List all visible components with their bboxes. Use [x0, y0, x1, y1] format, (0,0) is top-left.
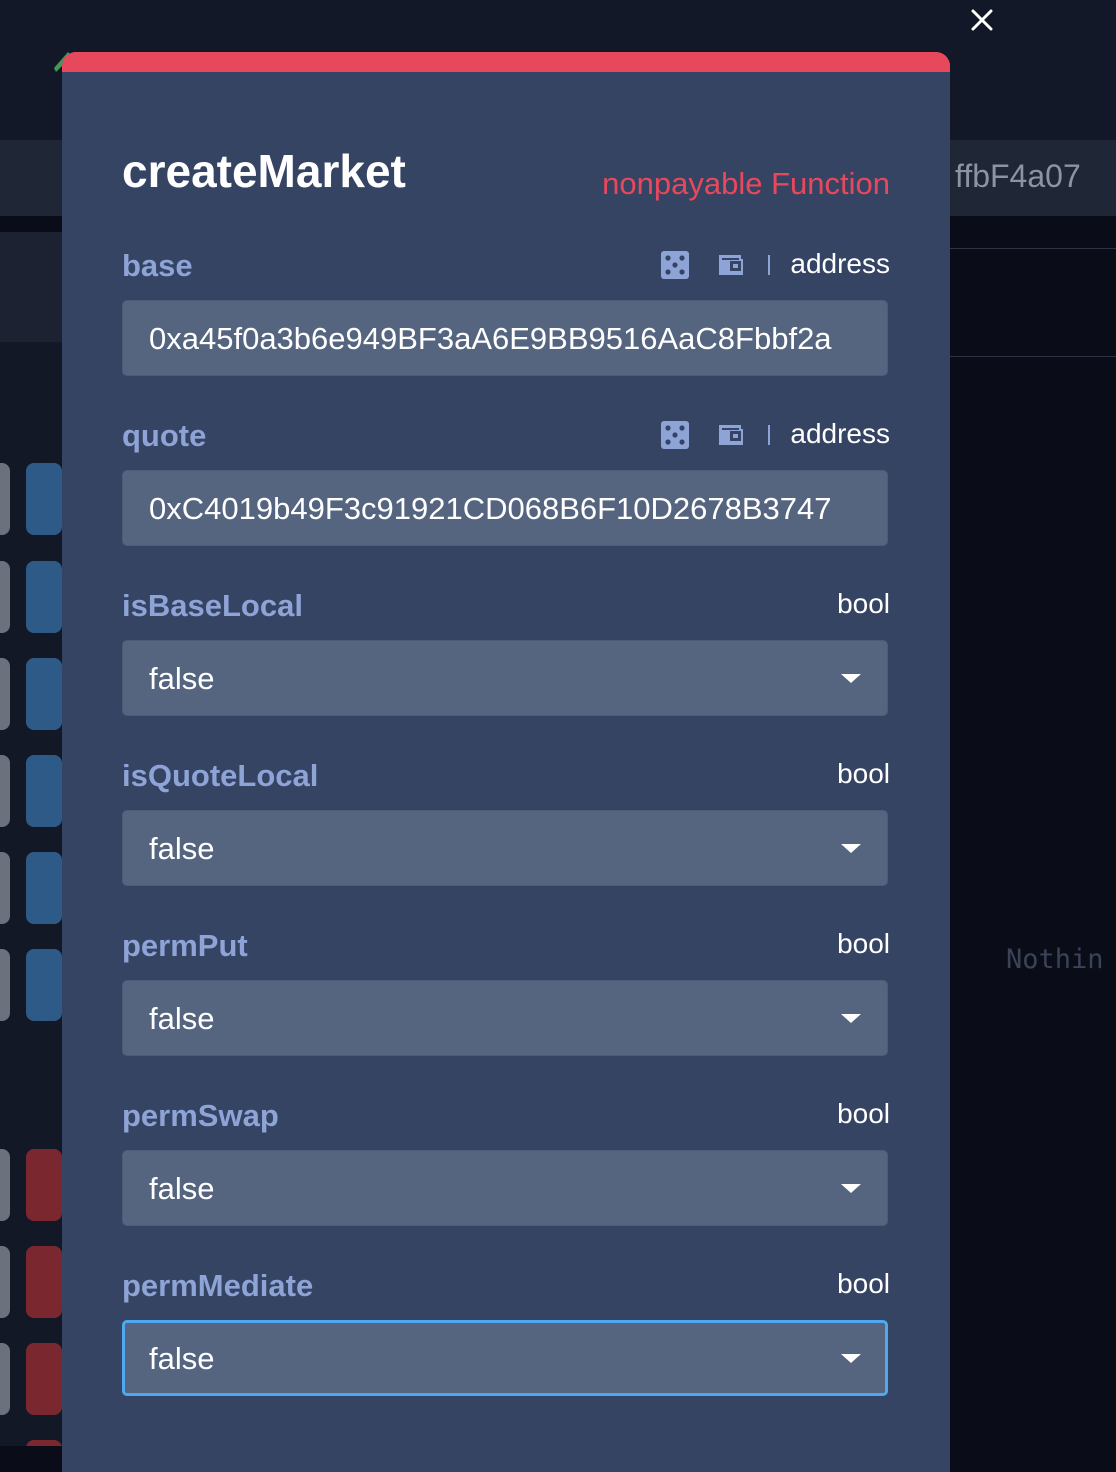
- background-button[interactable]: [0, 949, 10, 1021]
- close-icon[interactable]: [964, 2, 1000, 38]
- field-label: permSwap: [122, 1098, 279, 1133]
- background-panel: [0, 232, 62, 342]
- background-button[interactable]: [26, 1440, 62, 1446]
- chevron-down-icon: [841, 1354, 861, 1363]
- background-button[interactable]: [0, 852, 10, 924]
- field-tools: [634, 420, 770, 450]
- background-button[interactable]: [0, 463, 10, 535]
- separator: [768, 255, 770, 275]
- chevron-down-icon: [841, 1014, 861, 1023]
- field-quote: quote address 0xC4019b49F3c91921CD068B6F…: [122, 418, 890, 548]
- field-label: permMediate: [122, 1268, 314, 1303]
- base-input[interactable]: 0xa45f0a3b6e949BF3aA6E9BB9516AaC8Fbbf2a: [122, 300, 888, 376]
- isBaseLocal-select[interactable]: false: [122, 640, 888, 716]
- background-button[interactable]: [26, 852, 62, 924]
- background-button[interactable]: [0, 1246, 10, 1318]
- field-label: quote: [122, 418, 207, 453]
- modal-accent-bar: [62, 52, 950, 72]
- field-type: bool: [837, 1098, 890, 1129]
- field-permPut: permPut bool false: [122, 928, 890, 1058]
- field-type: bool: [837, 758, 890, 789]
- permPut-select[interactable]: false: [122, 980, 888, 1056]
- background-button[interactable]: [26, 755, 62, 827]
- permMediate-select[interactable]: false: [122, 1320, 888, 1396]
- chevron-down-icon: [841, 674, 861, 683]
- field-type: bool: [837, 1268, 890, 1299]
- permSwap-select[interactable]: false: [122, 1150, 888, 1226]
- quote-input[interactable]: 0xC4019b49F3c91921CD068B6F10D2678B3747: [122, 470, 888, 546]
- isQuoteLocal-select[interactable]: false: [122, 810, 888, 886]
- background-button[interactable]: [0, 1343, 10, 1415]
- background-button[interactable]: [0, 1149, 10, 1221]
- function-modal: createMarket nonpayable Function base ad…: [62, 52, 950, 1472]
- function-type-label: nonpayable Function: [602, 166, 890, 201]
- base-input-value: 0xa45f0a3b6e949BF3aA6E9BB9516AaC8Fbbf2a: [149, 321, 832, 356]
- dice-icon[interactable]: [660, 250, 690, 280]
- field-base: base address 0xa45f0a3b6e949BF3aA6E9BB95…: [122, 248, 890, 378]
- wallet-icon[interactable]: [716, 420, 746, 450]
- select-value: false: [149, 831, 215, 866]
- field-isQuoteLocal: isQuoteLocal bool false: [122, 758, 890, 888]
- background-button[interactable]: [26, 1246, 62, 1318]
- field-type: bool: [837, 928, 890, 959]
- select-value: false: [149, 1171, 215, 1206]
- background-button[interactable]: [0, 755, 10, 827]
- field-isBaseLocal: isBaseLocal bool false: [122, 588, 890, 718]
- select-value: false: [149, 661, 215, 696]
- background-button[interactable]: [26, 658, 62, 730]
- dice-icon[interactable]: [660, 420, 690, 450]
- field-label: isQuoteLocal: [122, 758, 319, 793]
- chevron-down-icon: [841, 1184, 861, 1193]
- field-permSwap: permSwap bool false: [122, 1098, 890, 1228]
- separator: [768, 425, 770, 445]
- background-button[interactable]: [26, 1149, 62, 1221]
- background-button[interactable]: [26, 1343, 62, 1415]
- background-button[interactable]: [0, 658, 10, 730]
- background-button[interactable]: [26, 949, 62, 1021]
- select-value: false: [149, 1001, 215, 1036]
- background-button[interactable]: [0, 561, 10, 633]
- field-tools: [634, 250, 770, 280]
- quote-input-value: 0xC4019b49F3c91921CD068B6F10D2678B3747: [149, 491, 832, 526]
- select-value: false: [149, 1341, 215, 1376]
- background-button[interactable]: [26, 463, 62, 535]
- field-permMediate: permMediate bool false: [122, 1268, 890, 1398]
- field-type: address: [790, 418, 890, 449]
- divider: [950, 356, 1116, 357]
- modal-title: createMarket: [122, 145, 406, 197]
- background-address-text: ffbF4a07: [955, 158, 1081, 194]
- field-type: address: [790, 248, 890, 279]
- field-label: base: [122, 248, 193, 283]
- wallet-icon[interactable]: [716, 250, 746, 280]
- background-button[interactable]: [26, 561, 62, 633]
- field-label: permPut: [122, 928, 248, 963]
- divider: [950, 248, 1116, 249]
- background-empty-text: Nothin: [1006, 944, 1104, 975]
- field-type: bool: [837, 588, 890, 619]
- field-label: isBaseLocal: [122, 588, 303, 623]
- chevron-down-icon: [841, 844, 861, 853]
